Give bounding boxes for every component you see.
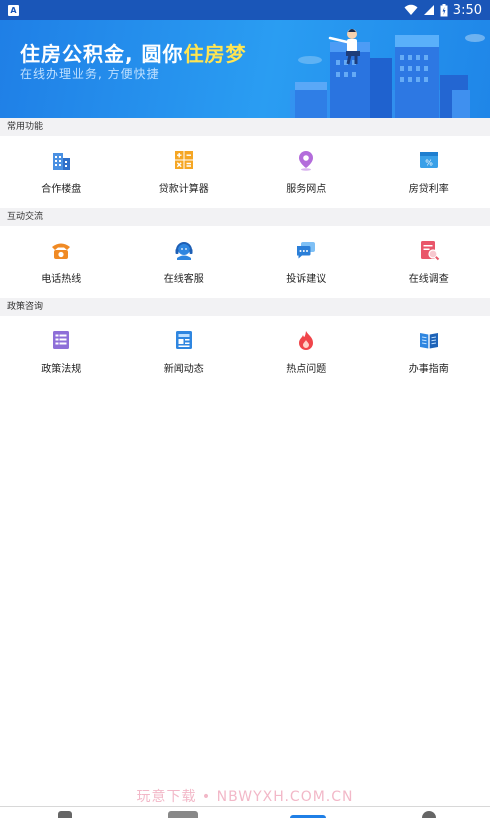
- grid-label: 政策法规: [41, 364, 82, 375]
- grid-item-loan-calculator[interactable]: 贷款计算器: [123, 136, 246, 208]
- grid-label: 合作楼盘: [41, 184, 82, 195]
- grid-label: 热点问题: [286, 364, 327, 375]
- grid-item-news[interactable]: 新闻动态: [123, 316, 246, 388]
- grid-item-hot-topics[interactable]: 热点问题: [245, 316, 368, 388]
- grid-label: 服务网点: [286, 184, 327, 195]
- location-pin-icon: [294, 148, 318, 172]
- news-icon: [172, 328, 196, 352]
- status-time: 3:50: [452, 2, 482, 18]
- battery-icon: [440, 3, 448, 16]
- grid-label: 办事指南: [408, 364, 449, 375]
- grid-label: 在线客服: [163, 274, 204, 285]
- calculator-icon: [172, 148, 196, 172]
- book-icon: [417, 328, 441, 352]
- grid-item-phone-hotline[interactable]: 电话热线: [0, 226, 123, 298]
- section-header-interaction: 互动交流: [0, 208, 490, 226]
- flame-icon: [294, 328, 318, 352]
- chat-icon: [294, 238, 318, 262]
- banner-title-main: 住房公积金, 圆你: [20, 42, 184, 66]
- grid-label: 房贷利率: [408, 184, 449, 195]
- nav-tab-home-icon[interactable]: [58, 811, 72, 818]
- building-icon: [49, 148, 73, 172]
- rate-card-icon: %: [417, 148, 441, 172]
- grid-item-policies-regulations[interactable]: 政策法规: [0, 316, 123, 388]
- app-notification-icon: A: [8, 4, 19, 16]
- grid-item-complaints-suggestions[interactable]: 投诉建议: [245, 226, 368, 298]
- banner-title: 住房公积金, 圆你住房梦: [20, 38, 247, 67]
- section-grid-interaction: 电话热线 在线客服 投诉建议 在线调查: [0, 226, 490, 298]
- grid-item-online-support[interactable]: 在线客服: [123, 226, 246, 298]
- section-grid-common: 合作楼盘 贷款计算器 服务网点 % 房贷利率: [0, 136, 490, 208]
- banner-title-highlight: 住房梦: [183, 42, 247, 66]
- grid-item-service-outlets[interactable]: 服务网点: [245, 136, 368, 208]
- watermark: 玩意下载 • NBWYXH.COM.CN: [136, 789, 354, 805]
- survey-icon: [417, 238, 441, 262]
- headset-icon: [172, 238, 196, 262]
- status-bar: A 3:50: [0, 0, 490, 20]
- signal-icon: [423, 5, 434, 15]
- grid-item-mortgage-rates[interactable]: % 房贷利率: [368, 136, 490, 208]
- grid-item-service-guide[interactable]: 办事指南: [368, 316, 490, 388]
- grid-label: 电话热线: [41, 274, 82, 285]
- nav-tab-business-icon[interactable]: [168, 811, 198, 818]
- nav-tab-profile-icon[interactable]: [422, 811, 436, 818]
- section-header-policy: 政策咨询: [0, 298, 490, 316]
- section-grid-policy: 政策法规 新闻动态 热点问题 办事指南: [0, 316, 490, 388]
- wifi-icon: [404, 4, 418, 15]
- status-indicators: 3:50: [404, 3, 482, 18]
- grid-label: 投诉建议: [286, 274, 327, 285]
- grid-label: 贷款计算器: [158, 184, 209, 195]
- grid-item-partner-properties[interactable]: 合作楼盘: [0, 136, 123, 208]
- grid-item-online-survey[interactable]: 在线调查: [368, 226, 490, 298]
- bottom-navigation: [0, 806, 490, 818]
- city-illustration-icon: [290, 29, 485, 118]
- document-icon: [49, 328, 73, 352]
- section-header-common: 常用功能: [0, 118, 490, 136]
- grid-label: 在线调查: [408, 274, 449, 285]
- banner[interactable]: 住房公积金, 圆你住房梦 在线办理业务, 方便快捷: [0, 20, 490, 118]
- banner-subtitle: 在线办理业务, 方便快捷: [20, 67, 160, 81]
- phone-icon: [49, 238, 73, 262]
- svg-text:%: %: [425, 159, 433, 168]
- grid-label: 新闻动态: [163, 364, 204, 375]
